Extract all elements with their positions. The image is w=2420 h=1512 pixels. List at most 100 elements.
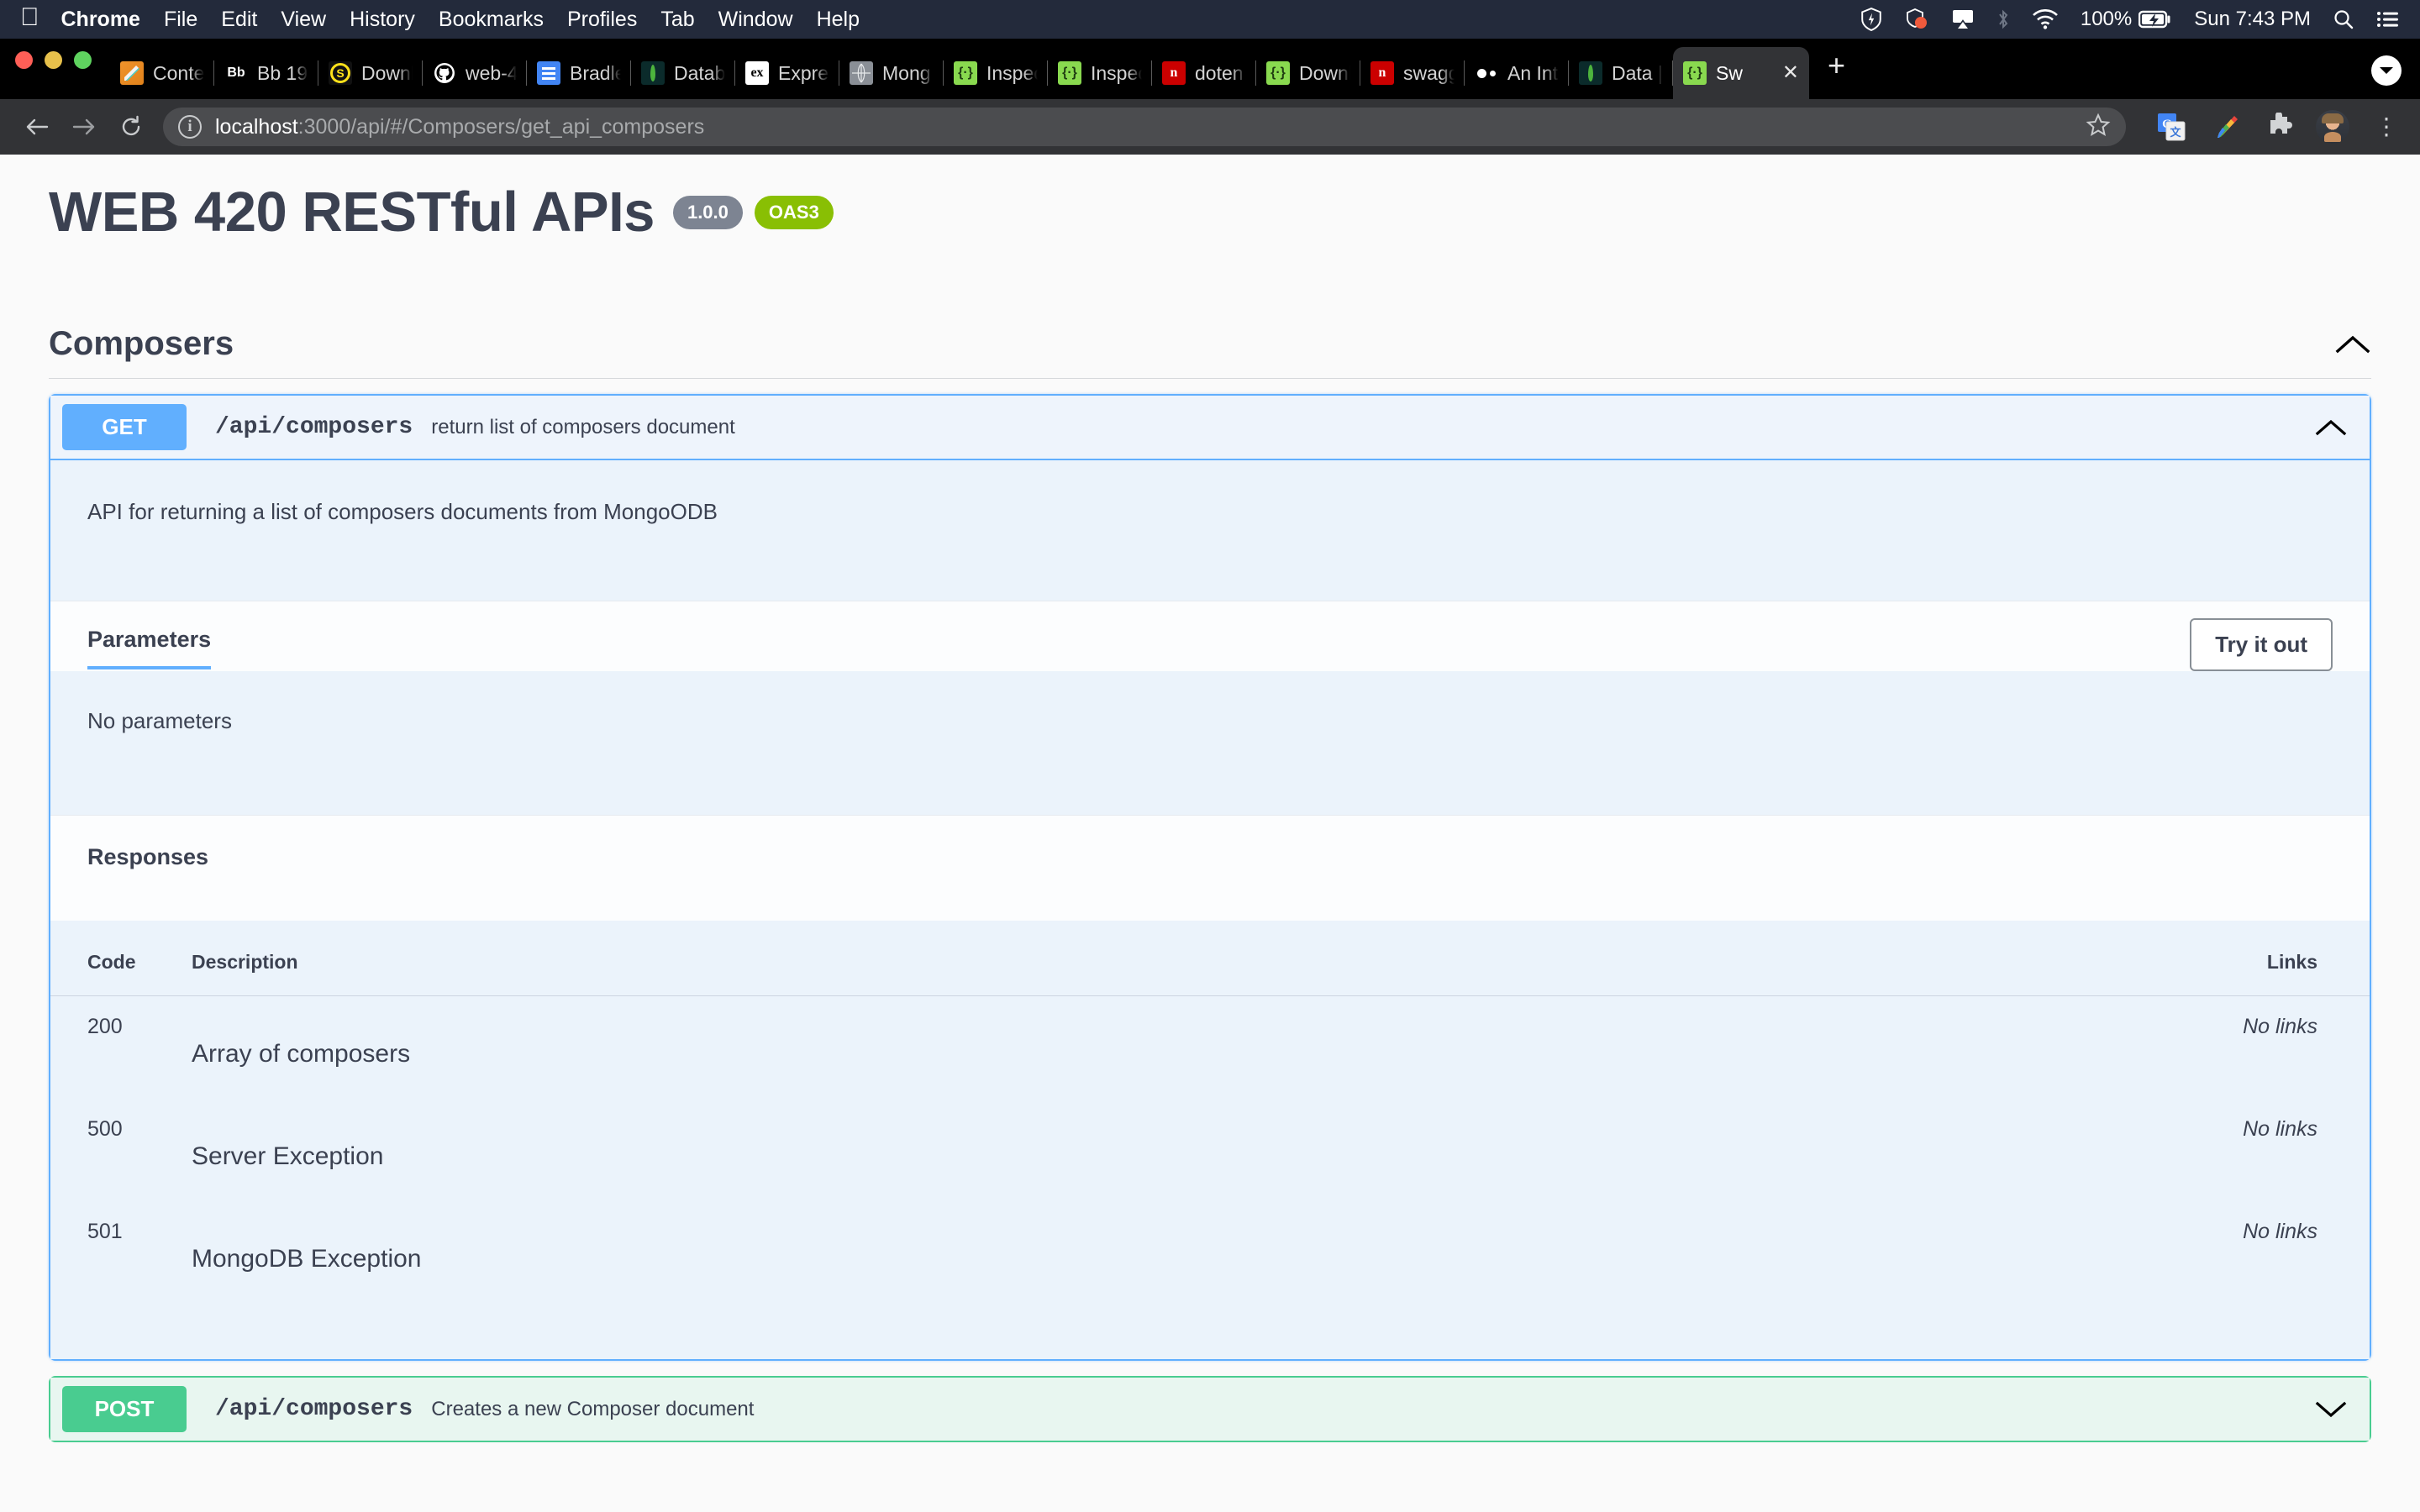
mongodb-leaf-icon: [1579, 61, 1602, 85]
menu-item-edit[interactable]: Edit: [221, 8, 257, 32]
chrome-menu-kebab-icon[interactable]: ⋮: [2366, 107, 2407, 147]
tab-label: doten: [1195, 61, 1244, 84]
browser-tab[interactable]: Downl: [318, 47, 423, 99]
tab-label: Mong: [882, 61, 931, 84]
menu-item-profiles[interactable]: Profiles: [567, 8, 637, 32]
site-info-icon[interactable]: i: [178, 115, 202, 139]
swagger-ui-page: WEB 420 RESTful APIs 1.0.0 OAS3 Composer…: [0, 155, 2420, 1512]
response-description: Array of composers: [192, 1040, 411, 1068]
menu-item-tab[interactable]: Tab: [660, 8, 694, 32]
profile-avatar[interactable]: [2312, 107, 2353, 147]
airplay-icon[interactable]: [1951, 8, 1975, 30]
swagger-round-icon: {·}: [1266, 61, 1290, 85]
window-close-button[interactable]: [15, 50, 33, 69]
browser-tab[interactable]: ex Expres: [735, 47, 839, 99]
api-title-row: WEB 420 RESTful APIs 1.0.0 OAS3: [49, 155, 2371, 273]
bookmark-star-icon[interactable]: [2075, 113, 2111, 142]
tab-label: An Intr: [1507, 61, 1559, 84]
control-center-icon[interactable]: [2376, 9, 2400, 29]
version-badge: 1.0.0: [672, 195, 743, 229]
github-icon: [433, 61, 456, 85]
back-arrow-icon[interactable]: [13, 103, 60, 150]
pencil-icon: [120, 61, 144, 85]
responses-table: Code Description Links 200 Array of comp…: [50, 921, 2370, 1304]
spotlight-search-icon[interactable]: [2333, 8, 2354, 30]
no-parameters-text: No parameters: [50, 671, 2370, 815]
try-it-out-button[interactable]: Try it out: [2190, 618, 2333, 671]
address-bar[interactable]: i localhost:3000/api/#/Composers/get_api…: [163, 108, 2126, 146]
tab-label: Bradle: [570, 61, 621, 84]
response-description: Server Exception: [192, 1142, 384, 1170]
browser-tab[interactable]: Mong: [839, 47, 944, 99]
response-code: 500: [87, 1117, 123, 1141]
browser-tab[interactable]: Data |: [1569, 47, 1673, 99]
column-header-links: Links: [1595, 921, 2370, 996]
tab-close-icon[interactable]: ✕: [1782, 63, 1799, 83]
browser-tab[interactable]: Bb Bb 197395: [214, 47, 318, 99]
tab-search-chevron-down-icon[interactable]: [2371, 55, 2402, 86]
tag-name-label: Composers: [49, 325, 234, 362]
tab-label: Inspec: [1091, 61, 1142, 84]
bluetooth-icon[interactable]: [1996, 8, 2010, 31]
tab-label: Downl: [1299, 61, 1350, 84]
paintbrush-icon[interactable]: [2205, 107, 2245, 147]
menu-item-bookmarks[interactable]: Bookmarks: [439, 8, 544, 32]
mongodb-leaf-icon: [641, 61, 665, 85]
window-traffic-lights: [15, 39, 92, 99]
response-code: 200: [87, 1015, 123, 1038]
tab-label: Sw: [1716, 61, 1743, 84]
browser-toolbar: i localhost:3000/api/#/Composers/get_api…: [0, 99, 2420, 155]
forward-arrow-icon[interactable]: [60, 103, 108, 150]
tab-label: Inspec: [986, 61, 1038, 84]
oas-badge[interactable]: OAS3: [754, 195, 834, 229]
reload-icon[interactable]: [108, 103, 155, 150]
browser-tab[interactable]: Bradle: [527, 47, 631, 99]
operation-summary[interactable]: POST /api/composers Creates a new Compos…: [50, 1378, 2370, 1441]
responses-table-header-row: Code Description Links: [50, 921, 2370, 996]
response-links: No links: [2243, 1015, 2317, 1038]
npm-icon: n: [1162, 61, 1186, 85]
browser-tab[interactable]: {·} Inspec: [1048, 47, 1152, 99]
http-method-badge: GET: [62, 404, 187, 450]
new-tab-button[interactable]: +: [1828, 50, 1845, 81]
chevron-down-icon[interactable]: [2314, 1399, 2358, 1420]
table-row: 200 Array of composers No links: [50, 996, 2370, 1100]
operation-description: API for returning a list of composers do…: [87, 499, 718, 524]
table-row: 500 Server Exception No links: [50, 1099, 2370, 1201]
dnd-icon[interactable]: [1904, 8, 1929, 31]
browser-tab[interactable]: n swagg: [1360, 47, 1465, 99]
responses-header: Responses: [50, 815, 2370, 921]
operation-summary[interactable]: GET /api/composers return list of compos…: [50, 396, 2370, 460]
google-translate-icon[interactable]: G文: [2151, 107, 2191, 147]
menu-item-help[interactable]: Help: [817, 8, 860, 32]
tab-label: Datab: [674, 61, 725, 84]
window-maximize-button[interactable]: [74, 50, 92, 69]
tag-header[interactable]: Composers: [49, 325, 2371, 379]
apple-icon[interactable]: : [20, 5, 39, 30]
browser-tab[interactable]: Datab: [631, 47, 735, 99]
browser-tab[interactable]: An Intr: [1465, 47, 1569, 99]
responses-label: Responses: [87, 844, 209, 869]
browser-tab-active[interactable]: {·} Sw ✕: [1673, 47, 1809, 99]
http-method-badge: POST: [62, 1386, 187, 1432]
menu-item-file[interactable]: File: [164, 8, 197, 32]
browser-tab[interactable]: Conter: [110, 47, 214, 99]
browser-tab[interactable]: web-4: [423, 47, 527, 99]
browser-tab[interactable]: {·} Inspec: [944, 47, 1048, 99]
menubar-clock[interactable]: Sun 7:43 PM: [2194, 8, 2311, 31]
wifi-icon[interactable]: [2032, 9, 2059, 29]
chevron-up-icon[interactable]: [2314, 417, 2358, 438]
operation-block-get-api-composers: GET /api/composers return list of compos…: [49, 394, 2371, 1361]
menu-item-history[interactable]: History: [350, 8, 415, 32]
chevron-up-icon[interactable]: [2334, 333, 2371, 356]
battery-status[interactable]: 100%: [2081, 8, 2172, 31]
menu-item-chrome[interactable]: Chrome: [61, 8, 140, 32]
browser-tab[interactable]: n doten: [1152, 47, 1256, 99]
shield-icon[interactable]: [1860, 8, 1882, 31]
puzzle-extensions-icon[interactable]: [2259, 107, 2299, 147]
menu-item-window[interactable]: Window: [718, 8, 793, 32]
browser-tab[interactable]: {·} Downl: [1256, 47, 1360, 99]
menu-item-view[interactable]: View: [281, 8, 326, 32]
window-minimize-button[interactable]: [45, 50, 62, 69]
tab-parameters[interactable]: Parameters: [87, 627, 212, 669]
